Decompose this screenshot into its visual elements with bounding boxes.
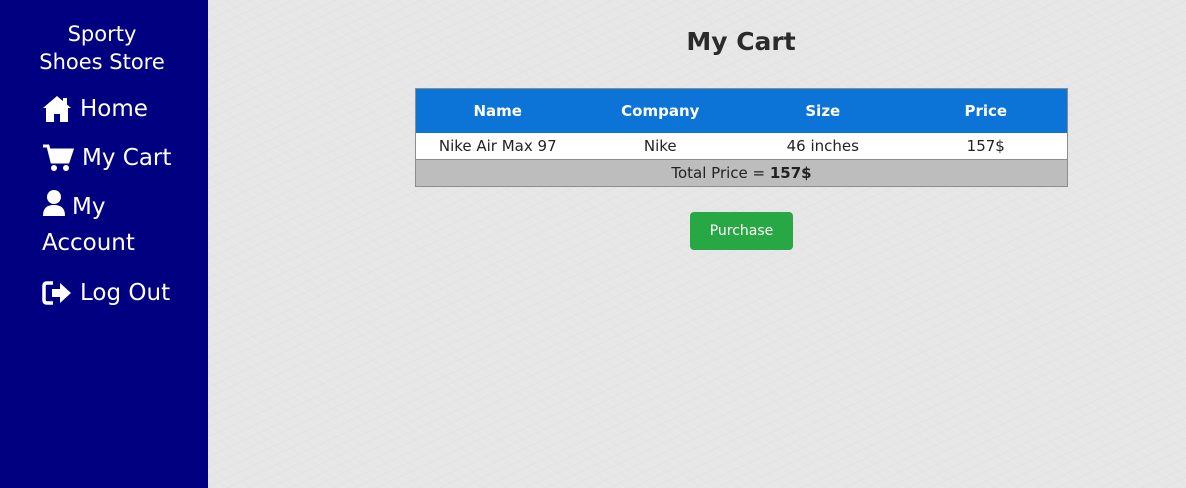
sidebar-item-label-line-2: Account [42,230,135,256]
table-header-row: Name Company Size Price [415,88,1068,133]
total-price-cell: Total Price = 157$ [415,159,1068,187]
sidebar-item-my-account[interactable]: My Account [42,189,192,261]
sidebar-item-my-cart[interactable]: My Cart [42,140,171,176]
cart-icon [42,144,74,172]
purchase-button[interactable]: Purchase [690,212,793,250]
column-header-price: Price [904,88,1068,133]
cell-company: Nike [643,137,677,155]
cell-price: 157$ [966,137,1005,155]
column-header-name: Name [415,88,580,133]
column-header-size: Size [741,88,905,133]
page-title: My Cart [686,27,796,56]
cart-table: Name Company Size Price Nike Air Max 97 … [415,88,1068,187]
home-icon [42,95,72,123]
sidebar-item-label: Log Out [80,280,171,306]
total-row: Total Price = 157$ [415,159,1068,187]
brand-title: Sporty Shoes Store [0,20,204,76]
sidebar-item-label-line-1: My [72,194,106,220]
sidebar-item-log-out[interactable]: Log Out [42,275,170,311]
brand-line-2: Shoes Store [39,50,165,74]
brand-line-1: Sporty [67,22,137,46]
table-row: Nike Air Max 97 Nike 46 inches 157$ [416,133,1068,160]
cell-size: 46 inches [786,137,859,155]
cell-name: Nike Air Max 97 [438,137,557,155]
column-header-company: Company [579,88,742,133]
sidebar-item-label: My Cart [82,145,172,171]
sidebar: Sporty Shoes Store Home My Cart My Accou… [0,0,208,488]
total-price-value: 157$ [769,164,812,182]
user-icon [42,189,66,217]
total-price-label: Total Price = [671,164,770,182]
sidebar-item-home[interactable]: Home [42,91,148,127]
logout-icon [42,280,72,306]
sidebar-item-label: Home [80,96,148,122]
